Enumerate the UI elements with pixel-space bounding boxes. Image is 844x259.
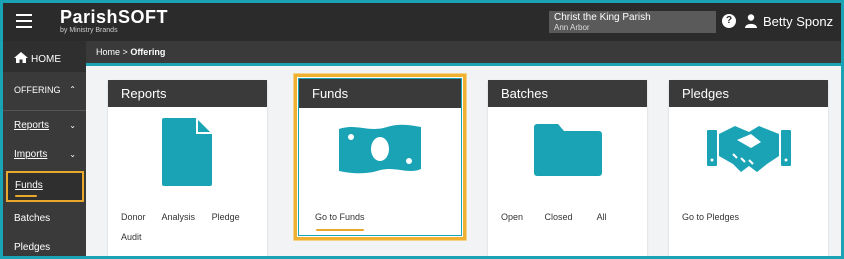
home-icon: [14, 52, 28, 63]
sidebar-item-imports[interactable]: Imports ⌄: [3, 140, 86, 169]
link-go-to-pledges[interactable]: Go to Pledges: [682, 212, 739, 222]
link-analysis[interactable]: Analysis: [162, 212, 196, 222]
chevron-down-icon: ⌄: [69, 121, 76, 130]
handshake-icon[interactable]: [706, 120, 791, 176]
breadcrumb: Home > Offering: [86, 41, 841, 63]
batches-links: Open Closed All: [501, 212, 621, 223]
sidebar-item-label: Funds: [15, 180, 43, 191]
batches-card: Batches Open Closed All: [488, 80, 647, 256]
breadcrumb-home[interactable]: Home: [96, 47, 120, 57]
parish-selector[interactable]: Christ the King Parish Ann Arbor: [549, 11, 716, 33]
accent-line: [86, 63, 841, 66]
sidebar-section-offering[interactable]: OFFERING ⌃: [3, 72, 86, 111]
parish-name: Christ the King Parish: [554, 12, 651, 23]
menu-icon[interactable]: [16, 14, 32, 28]
card-icon-wrap: [108, 118, 267, 188]
breadcrumb-current: Offering: [130, 47, 166, 57]
offering-label: OFFERING: [14, 85, 61, 95]
link-closed[interactable]: Closed: [545, 212, 573, 222]
sidebar-item-label: Imports: [14, 149, 48, 160]
app-window: ParishSOFT by Ministry Brands Christ the…: [3, 3, 841, 256]
sidebar-item-batches[interactable]: Batches: [3, 202, 86, 231]
user-icon[interactable]: [745, 14, 757, 28]
link-go-to-funds[interactable]: Go to Funds: [315, 212, 365, 222]
sidebar-item-funds[interactable]: Funds: [6, 171, 84, 202]
logo-main-text: ParishSOFT: [60, 7, 169, 27]
reports-card: Reports Donor Analysis Pledge Audit: [108, 80, 267, 256]
sidebar: HOME OFFERING ⌃ Reports ⌄ Imports ⌄ Fund…: [3, 41, 86, 256]
funds-card-inner: Funds Go to Funds: [298, 78, 462, 236]
funds-links: Go to Funds: [315, 212, 379, 223]
active-underline: [15, 195, 37, 197]
money-icon[interactable]: [337, 123, 423, 175]
sidebar-item-pledges[interactable]: Pledges: [3, 231, 86, 256]
link-all[interactable]: All: [597, 212, 607, 222]
parish-city: Ann Arbor: [554, 23, 590, 32]
top-bar: ParishSOFT by Ministry Brands Christ the…: [3, 3, 841, 41]
sidebar-item-label: Batches: [14, 213, 51, 224]
card-icon-wrap: [299, 123, 461, 193]
home-label: HOME: [31, 54, 61, 65]
logo[interactable]: ParishSOFT by Ministry Brands: [60, 7, 168, 35]
help-icon[interactable]: ?: [722, 14, 736, 28]
sidebar-item-reports[interactable]: Reports ⌄: [3, 111, 86, 140]
card-title: Pledges: [669, 80, 828, 107]
card-title: Reports: [108, 80, 267, 107]
sidebar-item-label: Reports: [14, 120, 50, 131]
pledges-links: Go to Pledges: [682, 212, 753, 223]
pledges-card: Pledges Go to Pledges: [669, 80, 828, 256]
folder-icon[interactable]: [533, 124, 602, 176]
logo-sub-text: by Ministry Brands: [60, 27, 118, 34]
link-underline: [316, 229, 364, 231]
user-name[interactable]: Betty Sponz: [763, 14, 833, 29]
link-audit[interactable]: Audit: [121, 232, 226, 243]
card-icon-wrap: [669, 120, 828, 190]
link-donor[interactable]: Donor: [121, 212, 146, 222]
funds-card: Funds Go to Funds: [294, 74, 466, 240]
card-title: Batches: [488, 80, 647, 107]
document-icon[interactable]: [161, 118, 214, 186]
main-content: Reports Donor Analysis Pledge Audit Fund…: [86, 63, 841, 256]
card-icon-wrap: [488, 124, 647, 194]
chevron-up-icon: ⌃: [69, 85, 76, 94]
chevron-down-icon: ⌄: [69, 150, 76, 159]
card-title: Funds: [299, 79, 461, 108]
breadcrumb-separator: >: [122, 47, 128, 57]
sidebar-item-label: Pledges: [14, 242, 51, 253]
link-open[interactable]: Open: [501, 212, 523, 222]
sidebar-item-home[interactable]: HOME: [3, 41, 86, 72]
reports-links: Donor Analysis Pledge Audit: [121, 212, 240, 243]
link-pledge[interactable]: Pledge: [212, 212, 240, 222]
